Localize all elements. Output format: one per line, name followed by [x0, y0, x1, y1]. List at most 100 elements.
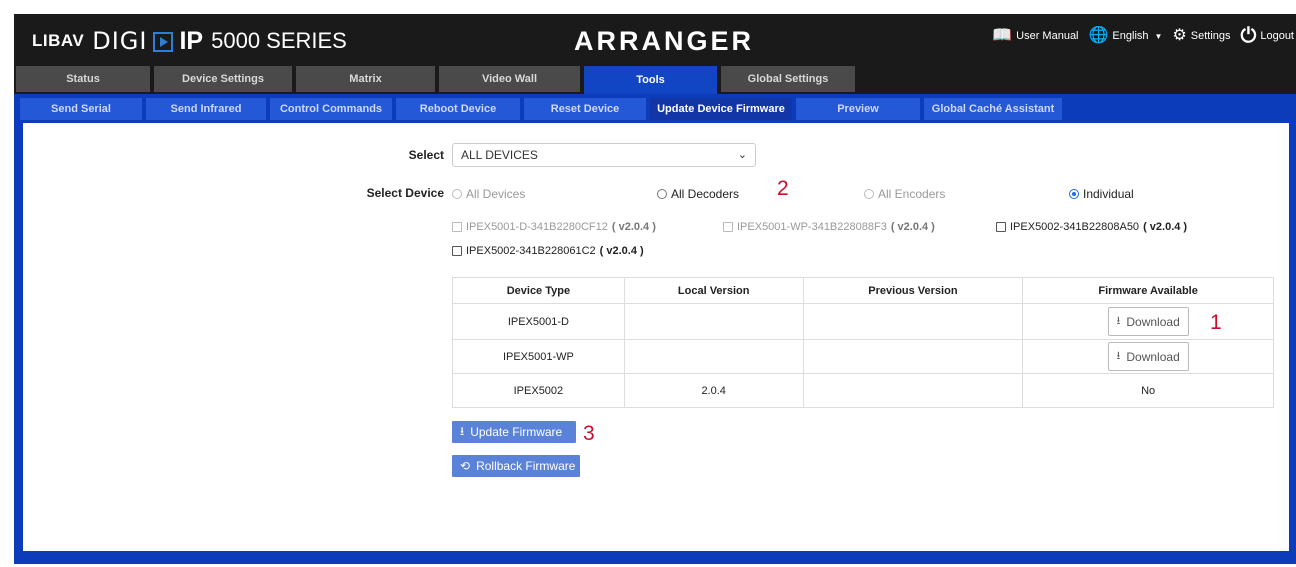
tab-tools[interactable]: Tools — [584, 66, 717, 94]
user-manual-label: User Manual — [1016, 30, 1079, 42]
device-name: IPEX5002-341B22808A50 — [1010, 221, 1140, 233]
device-checkbox[interactable]: IPEX5002-341B228061C2 ( v2.0.4 ) — [452, 245, 644, 257]
app-header: LIBAV DIGI IP 5000 SERIES ARRANGER 📖 Use… — [14, 14, 1296, 66]
brand-libav: LIBAV — [32, 31, 85, 50]
language-label: English — [1112, 30, 1149, 42]
subtab-control-commands[interactable]: Control Commands — [270, 98, 392, 120]
radio-label: All Encoders — [878, 187, 946, 201]
cell-local-version — [623, 339, 804, 374]
gear-icon: ⚙ — [1172, 27, 1187, 44]
globe-icon: 🌐 — [1088, 27, 1109, 44]
sub-tabs: Send Serial Send Infrared Control Comman… — [14, 98, 1066, 120]
tab-global-settings[interactable]: Global Settings — [721, 66, 855, 92]
firmware-table: Device Type Local Version Previous Versi… — [452, 277, 1274, 408]
user-manual-link[interactable]: 📖 User Manual — [992, 28, 1078, 44]
subtab-reset-device[interactable]: Reset Device — [524, 98, 646, 120]
play-icon — [153, 32, 174, 52]
column-header: Device Type — [452, 277, 625, 304]
radio-individual[interactable]: Individual — [1069, 187, 1134, 201]
subtab-preview[interactable]: Preview — [796, 98, 920, 120]
device-name: IPEX5001-D-341B2280CF12 — [466, 221, 608, 233]
update-firmware-button[interactable]: ⭳ Update Firmware — [452, 421, 576, 443]
select-label: Select — [408, 148, 444, 162]
brand-series: 5000 SERIES — [211, 28, 347, 53]
tab-device-settings[interactable]: Device Settings — [154, 66, 292, 92]
cell-firmware-available: ⭳ Download — [1022, 339, 1274, 374]
update-firmware-label: Update Firmware — [470, 425, 563, 439]
radio-label: Individual — [1083, 187, 1134, 201]
main-tabs: Status Device Settings Matrix Video Wall… — [14, 66, 1296, 94]
device-checkbox[interactable]: IPEX5001-WP-341B228088F3 ( v2.0.4 ) — [723, 221, 935, 233]
device-version: ( v2.0.4 ) — [611, 221, 656, 233]
header-links: 📖 User Manual 🌐 English ▼ ⚙ Settings ⏻ L… — [992, 25, 1294, 47]
select-device-label: Select Device — [366, 186, 444, 200]
device-checkbox[interactable]: IPEX5001-D-341B2280CF12 ( v2.0.4 ) — [452, 221, 656, 233]
table-row: IPEX5001-D ⭳ Download — [452, 303, 1274, 340]
radio-dot — [452, 189, 462, 199]
device-version: ( v2.0.4 ) — [599, 245, 644, 257]
checkbox-box — [452, 222, 462, 232]
radio-dot — [864, 189, 874, 199]
brand-logo: LIBAV DIGI IP 5000 SERIES — [32, 26, 347, 56]
cell-firmware-available: No — [1022, 373, 1274, 408]
cell-previous-version — [802, 373, 1024, 408]
app-window: LIBAV DIGI IP 5000 SERIES ARRANGER 📖 Use… — [0, 0, 1296, 567]
subtab-send-serial[interactable]: Send Serial — [20, 98, 142, 120]
cell-previous-version — [802, 303, 1024, 340]
radio-all-encoders[interactable]: All Encoders — [864, 187, 945, 201]
rollback-firmware-button[interactable]: ⟲ Rollback Firmware — [452, 455, 580, 477]
annotation-marker-3: 3 — [583, 422, 595, 445]
logout-link[interactable]: ⏻ Logout — [1240, 25, 1294, 47]
device-version: ( v2.0.4 ) — [890, 221, 935, 233]
logout-label: Logout — [1260, 30, 1294, 42]
download-button[interactable]: ⭳ Download — [1107, 307, 1189, 336]
cell-local-version — [623, 303, 804, 340]
column-header: Firmware Available — [1022, 277, 1274, 304]
cell-device-type: IPEX5002 — [452, 373, 625, 408]
download-label: Download — [1126, 349, 1180, 364]
select-value: ALL DEVICES — [461, 148, 538, 162]
checkbox-box — [723, 222, 733, 232]
radio-all-decoders[interactable]: All Decoders — [657, 187, 739, 201]
subtab-update-firmware[interactable]: Update Device Firmware — [650, 98, 792, 120]
cell-firmware-available: ⭳ Download — [1022, 303, 1274, 340]
checkbox-box — [452, 246, 462, 256]
settings-link[interactable]: ⚙ Settings — [1172, 28, 1230, 44]
book-icon: 📖 — [992, 27, 1013, 44]
table-header-row: Device Type Local Version Previous Versi… — [452, 277, 1274, 304]
subtab-send-infrared[interactable]: Send Infrared — [146, 98, 266, 120]
cell-device-type: IPEX5001-D — [452, 303, 625, 340]
app-title: ARRANGER — [574, 26, 755, 56]
download-icon: ⭳ — [1116, 315, 1121, 327]
radio-label: All Decoders — [671, 187, 740, 201]
tab-video-wall[interactable]: Video Wall — [439, 66, 580, 92]
power-icon: ⏻ — [1240, 25, 1257, 47]
device-group-select[interactable]: ALL DEVICES ⌄ — [452, 143, 756, 167]
download-icon: ⭳ — [1116, 350, 1121, 362]
subtab-global-cache-assistant[interactable]: Global Caché Assistant — [924, 98, 1062, 120]
annotation-marker-1: 1 — [1210, 311, 1222, 334]
radio-label: All Devices — [466, 187, 526, 201]
cell-local-version: 2.0.4 — [623, 373, 804, 408]
radio-all-devices[interactable]: All Devices — [452, 187, 525, 201]
cell-device-type: IPEX5001-WP — [452, 339, 625, 374]
device-version: ( v2.0.4 ) — [1143, 221, 1188, 233]
device-name: IPEX5002-341B228061C2 — [466, 245, 596, 257]
radio-dot-selected — [1069, 189, 1079, 199]
caret-down-icon: ▼ — [1154, 31, 1163, 41]
language-dropdown[interactable]: 🌐 English ▼ — [1089, 28, 1163, 44]
download-button[interactable]: ⭳ Download — [1107, 342, 1189, 371]
device-checkbox[interactable]: IPEX5002-341B22808A50 ( v2.0.4 ) — [996, 221, 1187, 233]
settings-label: Settings — [1190, 30, 1231, 42]
radio-dot — [657, 189, 667, 199]
table-row: IPEX5001-WP ⭳ Download — [452, 339, 1274, 374]
chevron-down-icon: ⌄ — [737, 149, 747, 161]
tab-status[interactable]: Status — [16, 66, 150, 92]
download-label: Download — [1126, 314, 1180, 329]
tab-matrix[interactable]: Matrix — [296, 66, 435, 92]
brand-ip: IP — [179, 26, 204, 55]
column-header: Local Version — [623, 277, 804, 304]
subtab-reboot-device[interactable]: Reboot Device — [396, 98, 520, 120]
rollback-icon: ⟲ — [460, 459, 471, 473]
cell-previous-version — [802, 339, 1024, 374]
